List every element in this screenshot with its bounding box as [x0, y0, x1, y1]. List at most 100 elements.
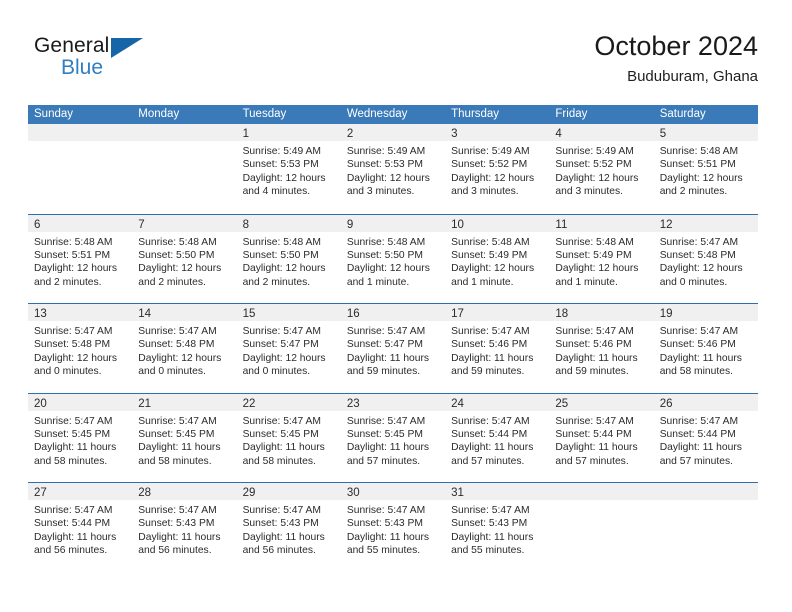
calendar-day-cell[interactable]: 22 Sunrise: 5:47 AM Sunset: 5:45 PM Dayligh… [236, 393, 341, 483]
day-number-band: 10 [445, 214, 550, 232]
day-detail-body: Sunrise: 5:48 AM Sunset: 5:50 PM Daylight:… [132, 232, 236, 290]
daylight-text-line1: Daylight: 11 hours [242, 531, 325, 543]
calendar-day-cell[interactable]: 25 Sunrise: 5:47 AM Sunset: 5:44 PM Dayligh… [549, 393, 654, 483]
day-number: 2 [346, 128, 354, 140]
sunrise-text: Sunrise: 5:47 AM [242, 415, 321, 427]
sunset-text: Sunset: 5:44 PM [659, 428, 736, 440]
day-number-band: 8 [236, 214, 341, 232]
calendar-day-cell[interactable]: 26 Sunrise: 5:47 AM Sunset: 5:44 PM Dayligh… [653, 393, 758, 483]
day-number-band: 9 [340, 214, 446, 232]
day-number: 26 [659, 397, 673, 410]
page-subtitle: Buduburam, Ghana [627, 68, 758, 85]
day-number: 7 [138, 218, 145, 231]
day-number: 25 [555, 397, 569, 410]
sunrise-text: Sunrise: 5:47 AM [659, 415, 739, 427]
calendar-day-cell[interactable]: 19 Sunrise: 5:47 AM Sunset: 5:46 PM Dayligh… [653, 304, 758, 393]
calendar-day-cell[interactable]: 2 Sunrise: 5:49 AM Sunset: 5:53 PM Daylight… [340, 124, 446, 214]
sunset-text: Sunset: 5:45 PM [138, 428, 215, 440]
daylight-text-line1: Daylight: 12 hours [451, 263, 535, 275]
daylight-text-line2: and 1 minute. [346, 276, 410, 288]
sunrise-text: Sunrise: 5:47 AM [346, 505, 426, 516]
calendar-day-cell[interactable]: 30 Sunrise: 5:47 AM Sunset: 5:43 PM Dayligh… [340, 483, 446, 572]
calendar-day-cell[interactable]: 12 Sunrise: 5:47 AM Sunset: 5:48 PM Dayligh… [653, 214, 758, 304]
day-detail-body [132, 141, 236, 145]
day-number-band: 12 [653, 214, 758, 232]
daylight-text-line2: and 58 minutes. [659, 366, 733, 378]
sunset-text: Sunset: 5:51 PM [34, 249, 111, 261]
daylight-text-line1: Daylight: 12 hours [138, 352, 222, 364]
weekday-header-row: Sunday Monday Tuesday Wednesday Thursday Frid… [28, 105, 758, 124]
daylight-text-line1: Daylight: 12 hours [34, 352, 117, 364]
day-number-band: 13 [28, 304, 133, 321]
daylight-text-line2: and 55 minutes. [346, 545, 421, 557]
daylight-text-line1: Daylight: 11 hours [659, 442, 742, 454]
day-detail-body: Sunrise: 5:47 AM Sunset: 5:47 PM Daylight:… [341, 321, 445, 379]
calendar-day-cell[interactable]: 14 Sunrise: 5:47 AM Sunset: 5:48 PM Dayligh… [132, 304, 237, 393]
day-number-band: 22 [236, 393, 341, 411]
day-number: 19 [659, 308, 673, 320]
calendar-week-row: 1 Sunrise: 5:49 AM Sunset: 5:53 PM Daylight… [28, 124, 758, 214]
day-number: 31 [451, 487, 464, 499]
sunset-text: Sunset: 5:50 PM [138, 249, 215, 261]
sunset-text: Sunset: 5:43 PM [346, 518, 423, 530]
sunrise-text: Sunrise: 5:48 AM [34, 236, 113, 248]
sunrise-text: Sunrise: 5:47 AM [451, 505, 530, 516]
day-detail-body [28, 141, 132, 145]
general-blue-logo[interactable]: General Blue [34, 34, 164, 90]
sunset-text: Sunset: 5:43 PM [138, 518, 215, 530]
sunset-text: Sunset: 5:47 PM [346, 339, 423, 351]
daylight-text-line2: and 55 minutes. [451, 545, 525, 557]
day-number-band: 31 [445, 483, 550, 500]
calendar-day-cell[interactable]: 13 Sunrise: 5:47 AM Sunset: 5:48 PM Dayligh… [28, 304, 133, 393]
sunrise-text: Sunrise: 5:47 AM [34, 326, 113, 337]
calendar-day-cell[interactable]: 5 Sunrise: 5:48 AM Sunset: 5:51 PM Daylight… [653, 124, 758, 214]
sunset-text: Sunset: 5:53 PM [242, 159, 319, 171]
day-detail-body: Sunrise: 5:47 AM Sunset: 5:44 PM Daylight:… [445, 411, 549, 469]
sunset-text: Sunset: 5:44 PM [555, 428, 632, 440]
calendar-day-cell[interactable]: 28 Sunrise: 5:47 AM Sunset: 5:43 PM Dayligh… [132, 483, 237, 572]
calendar-day-cell[interactable]: 31 Sunrise: 5:47 AM Sunset: 5:43 PM Dayligh… [445, 483, 550, 572]
daylight-text-line2: and 2 minutes. [659, 186, 728, 198]
calendar-day-cell[interactable]: 7 Sunrise: 5:48 AM Sunset: 5:50 PM Daylight… [132, 214, 237, 304]
weekday-header-wednesday: Wednesday [346, 108, 408, 120]
day-detail-body: Sunrise: 5:49 AM Sunset: 5:52 PM Daylight:… [445, 141, 549, 199]
calendar-page: General Blue October 2024 Buduburam, Gha… [0, 0, 792, 612]
day-number: 23 [346, 397, 360, 410]
calendar-empty-cell [28, 124, 133, 214]
calendar-day-cell[interactable]: 24 Sunrise: 5:47 AM Sunset: 5:44 PM Dayligh… [445, 393, 550, 483]
daylight-text-line2: and 59 minutes. [555, 366, 629, 378]
day-number: 14 [138, 308, 152, 320]
day-detail-body: Sunrise: 5:48 AM Sunset: 5:50 PM Daylight:… [237, 232, 341, 290]
calendar-day-cell[interactable]: 23 Sunrise: 5:47 AM Sunset: 5:45 PM Dayligh… [340, 393, 446, 483]
calendar-day-cell[interactable]: 16 Sunrise: 5:47 AM Sunset: 5:47 PM Dayligh… [340, 304, 446, 393]
sunrise-text: Sunrise: 5:49 AM [555, 146, 634, 157]
calendar-day-cell[interactable]: 18 Sunrise: 5:47 AM Sunset: 5:46 PM Dayligh… [549, 304, 654, 393]
calendar-day-cell[interactable]: 6 Sunrise: 5:48 AM Sunset: 5:51 PM Daylight… [28, 214, 133, 304]
calendar-day-cell[interactable]: 27 Sunrise: 5:47 AM Sunset: 5:44 PM Dayligh… [28, 483, 133, 572]
sunset-text: Sunset: 5:50 PM [346, 249, 423, 261]
calendar-day-cell[interactable]: 29 Sunrise: 5:47 AM Sunset: 5:43 PM Dayligh… [236, 483, 341, 572]
sunrise-text: Sunrise: 5:47 AM [451, 415, 530, 427]
calendar-day-cell[interactable]: 20 Sunrise: 5:47 AM Sunset: 5:45 PM Dayligh… [28, 393, 133, 483]
sunrise-text: Sunrise: 5:47 AM [346, 326, 426, 337]
calendar-day-cell[interactable]: 15 Sunrise: 5:47 AM Sunset: 5:47 PM Dayligh… [236, 304, 341, 393]
calendar-day-cell[interactable]: 17 Sunrise: 5:47 AM Sunset: 5:46 PM Dayligh… [445, 304, 550, 393]
calendar-day-cell[interactable]: 4 Sunrise: 5:49 AM Sunset: 5:52 PM Daylight… [549, 124, 654, 214]
calendar-day-cell[interactable]: 11 Sunrise: 5:48 AM Sunset: 5:49 PM Dayligh… [549, 214, 654, 304]
sunrise-text: Sunrise: 5:48 AM [659, 146, 739, 157]
calendar-day-cell[interactable]: 3 Sunrise: 5:49 AM Sunset: 5:52 PM Daylight… [445, 124, 550, 214]
day-detail-body: Sunrise: 5:47 AM Sunset: 5:45 PM Daylight:… [132, 411, 236, 469]
day-detail-body: Sunrise: 5:47 AM Sunset: 5:45 PM Daylight:… [28, 411, 132, 469]
sunrise-text: Sunrise: 5:47 AM [242, 505, 321, 516]
day-number: 27 [34, 487, 47, 499]
calendar-day-cell[interactable]: 1 Sunrise: 5:49 AM Sunset: 5:53 PM Daylight… [236, 124, 341, 214]
calendar-day-cell[interactable]: 21 Sunrise: 5:47 AM Sunset: 5:45 PM Dayligh… [132, 393, 237, 483]
daylight-text-line1: Daylight: 12 hours [242, 263, 326, 275]
day-number-band: 26 [653, 393, 758, 411]
day-number-band: 29 [236, 483, 341, 500]
calendar-day-cell[interactable]: 10 Sunrise: 5:48 AM Sunset: 5:49 PM Dayligh… [445, 214, 550, 304]
calendar-day-cell[interactable]: 9 Sunrise: 5:48 AM Sunset: 5:50 PM Daylight… [340, 214, 446, 304]
calendar-day-cell[interactable]: 8 Sunrise: 5:48 AM Sunset: 5:50 PM Daylight… [236, 214, 341, 304]
logo-word-blue: Blue [61, 56, 104, 79]
day-number: 5 [659, 128, 667, 140]
